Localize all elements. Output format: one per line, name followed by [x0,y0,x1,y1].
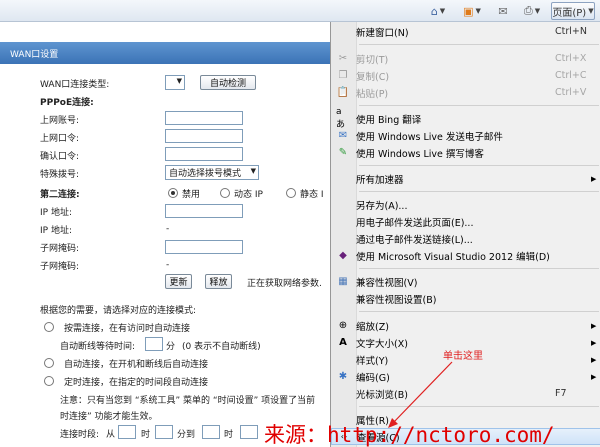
annotation-arrow [388,361,453,428]
watermark-text: 来源：http://nctoro.com/ [264,423,555,447]
annotation-label: 单击这里 [443,351,483,362]
